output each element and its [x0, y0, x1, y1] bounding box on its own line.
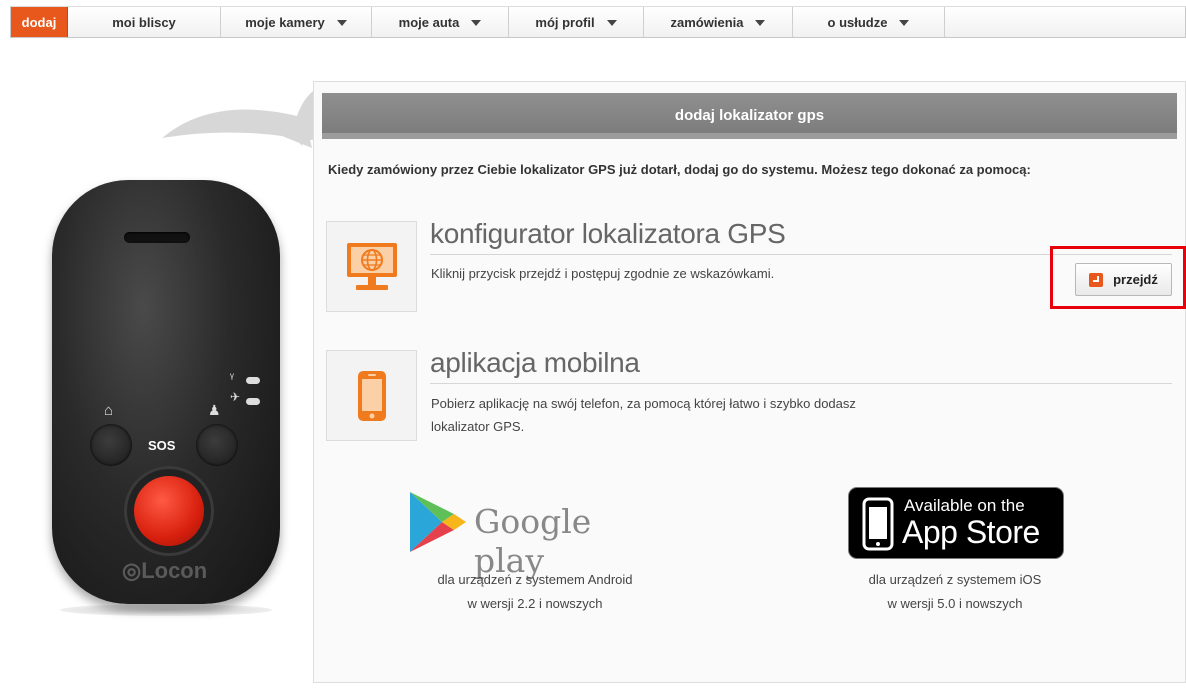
- nav-item-moje-auta[interactable]: moje auta: [372, 7, 509, 37]
- ios-caption: dla urządzeń z systemem iOS w wersji 5.0…: [815, 568, 1095, 616]
- top-navigation: dodaj moi bliscy moje kamery moje auta m…: [10, 6, 1186, 38]
- home-button: [90, 424, 132, 466]
- nav-item-moi-bliscy[interactable]: moi bliscy: [68, 7, 221, 37]
- smartphone-icon: [357, 370, 386, 421]
- google-play-badge[interactable]: Google play: [408, 490, 668, 580]
- nav-item-o-usludze[interactable]: o usłudze: [793, 7, 945, 37]
- android-caption: dla urządzeń z systemem Android w wersji…: [395, 568, 675, 616]
- android-caption-line1: dla urządzeń z systemem Android: [437, 572, 633, 587]
- configurator-description: Kliknij przycisk przejdź i postępuj zgod…: [431, 266, 775, 281]
- device-shadow: [60, 604, 272, 616]
- contacts-button: [196, 424, 238, 466]
- header-stripe: [322, 133, 1177, 139]
- android-caption-line2: w wersji 2.2 i nowszych: [467, 596, 603, 611]
- mobile-description-line2: lokalizator GPS.: [431, 419, 525, 434]
- chevron-down-icon: [336, 20, 347, 26]
- gps-icon: ✈: [230, 390, 241, 404]
- nav-filler: [945, 7, 1185, 37]
- mobile-description: Pobierz aplikację na swój telefon, za po…: [431, 392, 856, 438]
- arrow-right-icon: [1089, 272, 1104, 287]
- nav-label: mój profil: [535, 14, 595, 30]
- chevron-down-icon: [899, 20, 910, 26]
- status-led: [246, 377, 260, 384]
- przejdz-button[interactable]: przejdź: [1075, 263, 1172, 296]
- nav-label: dodaj: [21, 14, 57, 30]
- people-icon: ♟: [208, 402, 221, 418]
- nav-label: zamówienia: [670, 14, 744, 30]
- app-store-label-line2: App Store: [902, 514, 1040, 550]
- nav-item-moj-profil[interactable]: mój profil: [509, 7, 644, 37]
- iphone-icon: [862, 497, 894, 551]
- chevron-down-icon: [606, 20, 617, 26]
- sos-label: SOS: [148, 438, 176, 453]
- przejdz-label: przejdź: [1113, 272, 1158, 287]
- home-icon: ⌂: [104, 402, 114, 419]
- nav-label: o usłudze: [827, 14, 888, 30]
- speaker-slot: [124, 232, 190, 243]
- nav-label: moi bliscy: [112, 14, 176, 30]
- status-led: [246, 398, 260, 405]
- google-play-icon: [410, 492, 466, 552]
- chevron-down-icon: [471, 20, 482, 26]
- ios-caption-line2: w wersji 5.0 i nowszych: [887, 596, 1023, 611]
- computer-globe-icon: [346, 242, 397, 290]
- panel-header: dodaj lokalizator gps: [322, 93, 1177, 139]
- device-brand: ◎Locon: [122, 558, 208, 583]
- chevron-down-icon: [755, 20, 766, 26]
- mobile-title: aplikacja mobilna: [430, 347, 640, 378]
- nav-item-moje-kamery[interactable]: moje kamery: [221, 7, 372, 37]
- mobile-icon-box: [326, 350, 417, 441]
- intro-text: Kiedy zamówiony przez Ciebie lokalizator…: [328, 162, 1031, 177]
- nav-item-dodaj[interactable]: dodaj: [11, 7, 68, 37]
- section-divider: [430, 383, 1172, 384]
- app-store-badge[interactable]: Available on the App Store: [848, 487, 1064, 559]
- gps-device-illustration: ᵞ ✈ ⌂ ♟ SOS ◎Locon: [40, 70, 352, 630]
- app-store-label-line1: Available on the: [904, 496, 1025, 515]
- panel-title: dodaj lokalizator gps: [674, 106, 825, 124]
- gps-locator-device: ᵞ ✈ ⌂ ♟ SOS ◎Locon: [52, 180, 280, 604]
- signal-icon: ᵞ: [230, 370, 234, 384]
- mobile-description-line1: Pobierz aplikację na swój telefon, za po…: [431, 396, 856, 411]
- ios-caption-line1: dla urządzeń z systemem iOS: [868, 572, 1042, 587]
- configurator-title: konfigurator lokalizatora GPS: [430, 218, 786, 249]
- nav-label: moje auta: [398, 14, 460, 30]
- sos-button: [134, 476, 204, 546]
- configurator-icon-box: [326, 221, 417, 312]
- nav-item-zamowienia[interactable]: zamówienia: [644, 7, 793, 37]
- nav-label: moje kamery: [245, 14, 325, 30]
